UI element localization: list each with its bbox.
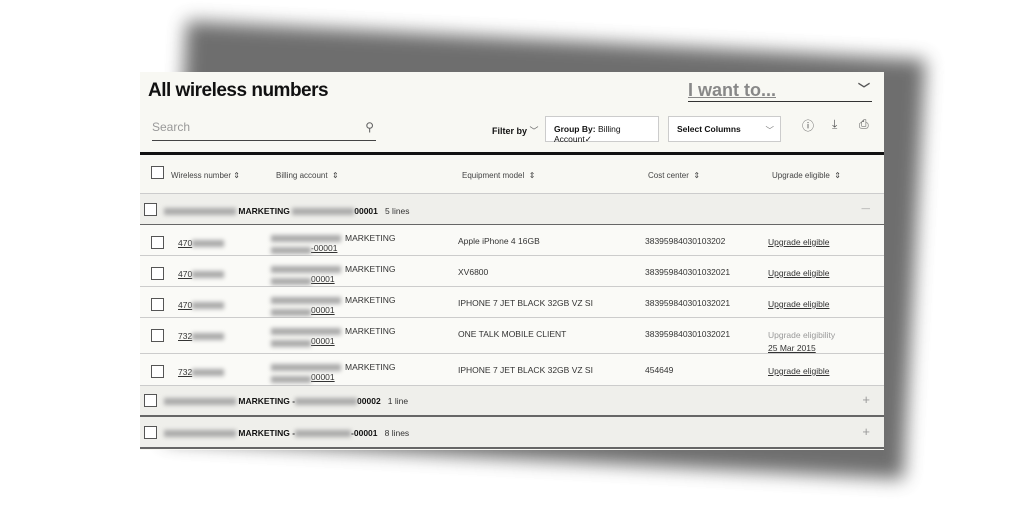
line-count: 8 lines — [384, 428, 410, 438]
upgrade-status[interactable]: Upgrade eligible — [768, 365, 829, 378]
row-checkbox[interactable] — [151, 236, 164, 249]
upgrade-status[interactable]: Upgrade eligible — [768, 298, 829, 311]
wireless-number-link[interactable]: 732 — [178, 331, 225, 341]
billing-account-link[interactable]: 00001 — [271, 326, 341, 347]
column-billing-account[interactable]: Billing account ⇕ — [276, 171, 339, 180]
redacted-text — [164, 430, 236, 438]
redacted-text — [164, 398, 236, 406]
account-name: MARKETING — [345, 233, 396, 243]
table-row[interactable]: 470 00001 MARKETING XV6800 3839598403010… — [140, 256, 884, 287]
cost-center: 38395984030103202 — [645, 236, 726, 246]
i-want-to-dropdown[interactable]: I want to... ﹀ — [688, 80, 872, 102]
column-wireless-number[interactable]: Wireless number ⇕ — [171, 171, 240, 180]
table-row[interactable]: 470 -00001 MARKETING Apple iPhone 4 16GB… — [140, 225, 884, 256]
redacted-text — [295, 398, 358, 406]
filter-by-label: Filter by — [492, 126, 528, 136]
page-title: All wireless numbers — [148, 80, 329, 101]
group-row[interactable]: MARKETING -00002 1 line + — [140, 386, 884, 417]
wireless-number-link[interactable]: 732 — [178, 367, 225, 377]
equipment-model: Apple iPhone 4 16GB — [458, 236, 540, 246]
redacted-text — [292, 208, 355, 216]
search-placeholder: Search — [152, 120, 191, 134]
upgrade-status[interactable]: Upgrade eligible — [768, 267, 829, 280]
cost-center: 383959840301032021 — [645, 329, 731, 339]
redacted-text — [164, 208, 236, 216]
chevron-down-icon: ﹀ — [765, 125, 774, 135]
account-name: MARKETING — [345, 264, 396, 274]
print-icon[interactable]: ⎙ — [859, 117, 869, 132]
wireless-number-link[interactable]: 470 — [178, 238, 225, 248]
chevron-down-icon: ﹀ — [529, 126, 539, 136]
search-icon[interactable]: ⚲ — [365, 120, 374, 134]
cost-center: 454649 — [645, 365, 674, 375]
group-by-select[interactable]: Group By: Billing Account✓ — [545, 116, 659, 144]
equipment-model: ONE TALK MOBILE CLIENT — [458, 329, 567, 339]
column-upgrade-eligible[interactable]: Upgrade eligible ⇕ — [772, 171, 841, 180]
group-checkbox[interactable] — [144, 426, 157, 439]
group-checkbox[interactable] — [144, 394, 157, 407]
table-header: Wireless number ⇕ Billing account ⇕ Equi… — [140, 155, 884, 194]
equipment-model: XV6800 — [458, 267, 489, 277]
row-checkbox[interactable] — [151, 298, 164, 311]
row-checkbox[interactable] — [151, 267, 164, 280]
search-input[interactable]: Search ⚲ — [152, 120, 376, 141]
redacted-text — [295, 430, 352, 438]
upgrade-status[interactable]: Upgrade eligibility 25 Mar 2015 — [768, 329, 835, 355]
group-row[interactable]: MARKETING 00001 5 lines — — [140, 194, 884, 225]
row-checkbox[interactable] — [151, 329, 164, 342]
wireless-number-link[interactable]: 470 — [178, 300, 225, 310]
billing-account-link[interactable]: 00001 — [271, 295, 341, 316]
equipment-model: IPHONE 7 JET BLACK 32GB VZ SI — [458, 365, 593, 375]
wireless-numbers-panel: All wireless numbers I want to... ﹀ Searc… — [140, 72, 884, 450]
cost-center: 383959840301032021 — [645, 298, 731, 308]
select-all-checkbox[interactable] — [151, 166, 164, 179]
i-want-to-label: I want to... — [688, 80, 776, 100]
info-icon[interactable]: ⓘ — [802, 117, 814, 134]
upgrade-status[interactable]: Upgrade eligible — [768, 236, 829, 249]
account-name: MARKETING — [345, 326, 396, 336]
column-cost-center[interactable]: Cost center ⇕ — [648, 171, 700, 180]
collapse-icon[interactable]: — — [862, 203, 871, 213]
billing-account-link[interactable]: -00001 — [271, 233, 341, 254]
column-equipment-model[interactable]: Equipment model ⇕ — [462, 171, 535, 180]
chevron-down-icon: ﹀ — [857, 82, 870, 96]
group-row[interactable]: MARKETING - -00001 8 lines + — [140, 417, 884, 449]
select-columns-label: Select Columns — [677, 124, 741, 134]
equipment-model: IPHONE 7 JET BLACK 32GB VZ SI — [458, 298, 593, 308]
table-row[interactable]: 732 00001 MARKETING IPHONE 7 JET BLACK 3… — [140, 354, 884, 386]
expand-icon[interactable]: + — [862, 424, 870, 439]
expand-icon[interactable]: + — [862, 392, 870, 407]
cost-center: 383959840301032021 — [645, 267, 731, 277]
row-checkbox[interactable] — [151, 365, 164, 378]
table-row[interactable]: 732 00001 MARKETING ONE TALK MOBILE CLIE… — [140, 318, 884, 354]
account-name: MARKETING — [345, 295, 396, 305]
table-row[interactable]: 470 00001 MARKETING IPHONE 7 JET BLACK 3… — [140, 287, 884, 318]
line-count: 1 line — [387, 396, 409, 406]
group-checkbox[interactable] — [144, 203, 157, 216]
billing-account-link[interactable]: 00001 — [271, 264, 341, 285]
filter-by-button[interactable]: Filter by ﹀ — [492, 124, 539, 137]
account-name: MARKETING — [345, 362, 396, 372]
group-by-label: Group By: — [554, 124, 596, 134]
billing-account-link[interactable]: 00001 — [271, 362, 341, 383]
wireless-number-link[interactable]: 470 — [178, 269, 225, 279]
download-icon[interactable]: ⤓ — [832, 117, 837, 132]
select-columns-dropdown[interactable]: Select Columns ﹀ — [668, 116, 781, 142]
line-count: 5 lines — [384, 206, 410, 216]
